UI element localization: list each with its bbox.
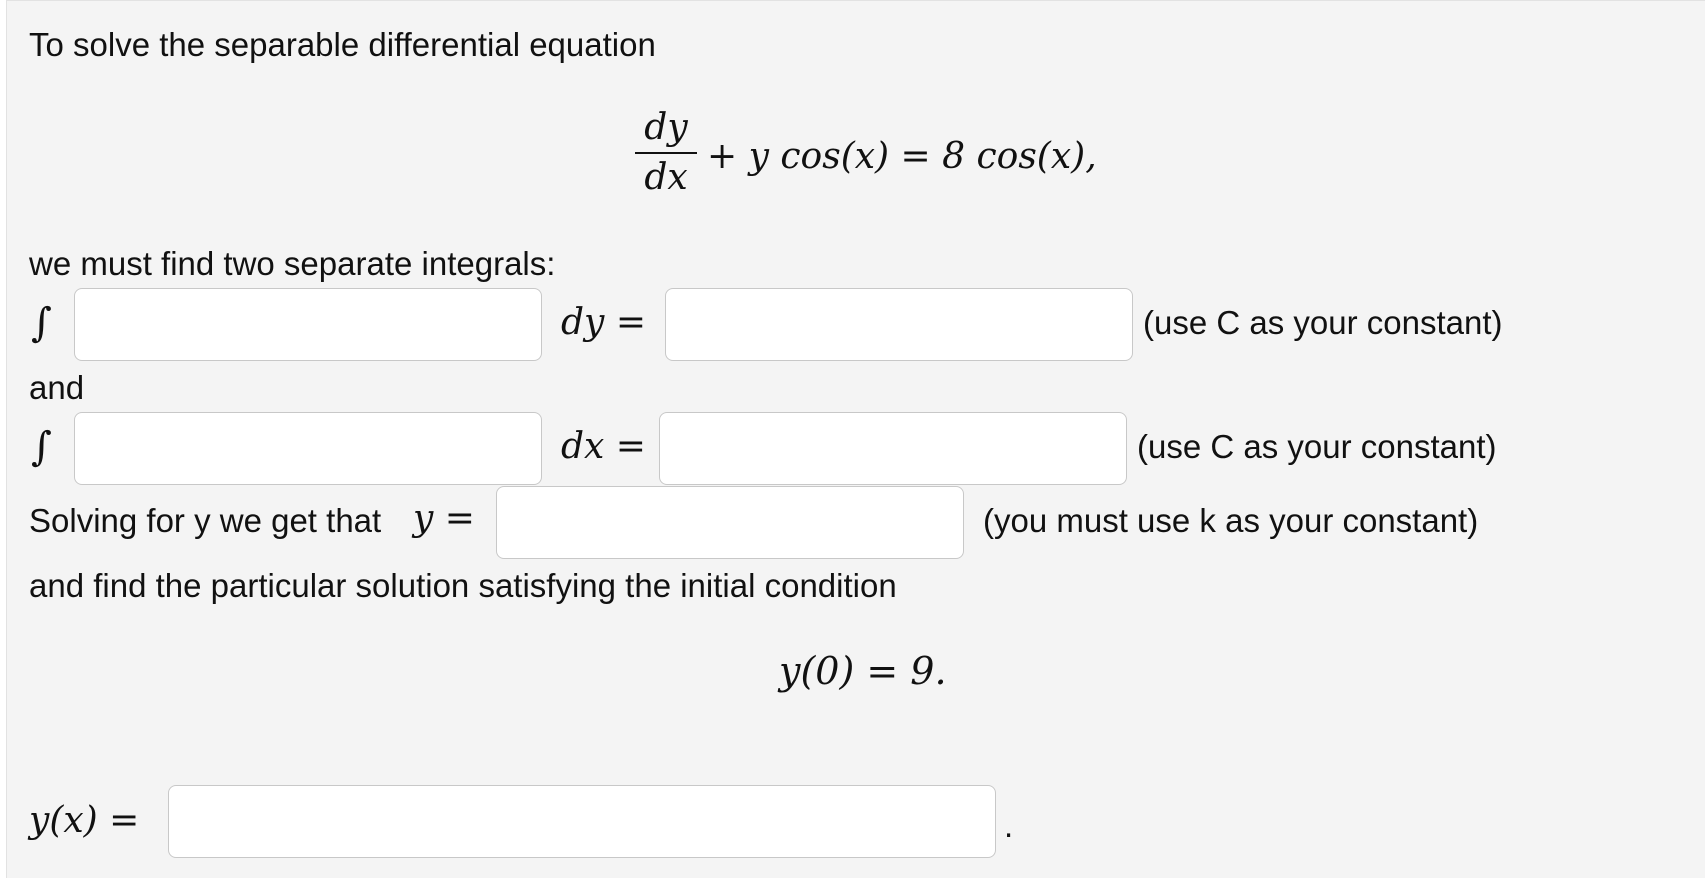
equation-rest: + y cos(x) = 8 cos(x), — [707, 136, 1097, 177]
integral-y-result-input[interactable] — [665, 288, 1133, 361]
integral-x-integrand-input[interactable] — [74, 412, 542, 485]
y-equals-label: y = — [413, 498, 475, 539]
fraction-denominator: dx — [644, 157, 688, 198]
fraction-numerator: dy — [644, 107, 688, 148]
initial-condition: y(0) = 9. — [779, 649, 947, 693]
dy-equals-label: dy = — [561, 302, 646, 343]
dx-equals-label: dx = — [561, 426, 646, 467]
y-of-x-label: y(x) = — [29, 800, 140, 841]
dy-dx-fraction: dy dx — [635, 107, 697, 199]
intro-text: To solve the separable differential equa… — [29, 26, 656, 63]
integral-sign-icon: ∫ — [31, 300, 52, 346]
general-solution-input[interactable] — [496, 486, 964, 559]
particular-text: and find the particular solution satisfy… — [29, 567, 897, 604]
integral-x-result-input[interactable] — [659, 412, 1127, 485]
particular-solution-input[interactable] — [168, 785, 996, 858]
constant-hint-1: (use C as your constant) — [1143, 304, 1503, 341]
k-constant-hint: (you must use k as your constant) — [983, 502, 1479, 539]
fraction-bar — [635, 152, 697, 154]
question-panel: To solve the separable differential equa… — [6, 0, 1705, 878]
must-find-text: we must find two separate integrals: — [29, 245, 556, 282]
solving-text: Solving for y we get that — [29, 502, 382, 539]
constant-hint-2: (use C as your constant) — [1137, 428, 1497, 465]
and-text: and — [29, 369, 85, 406]
final-period: . — [1004, 807, 1014, 844]
integral-sign-icon: ∫ — [31, 424, 52, 470]
integral-y-integrand-input[interactable] — [74, 288, 542, 361]
